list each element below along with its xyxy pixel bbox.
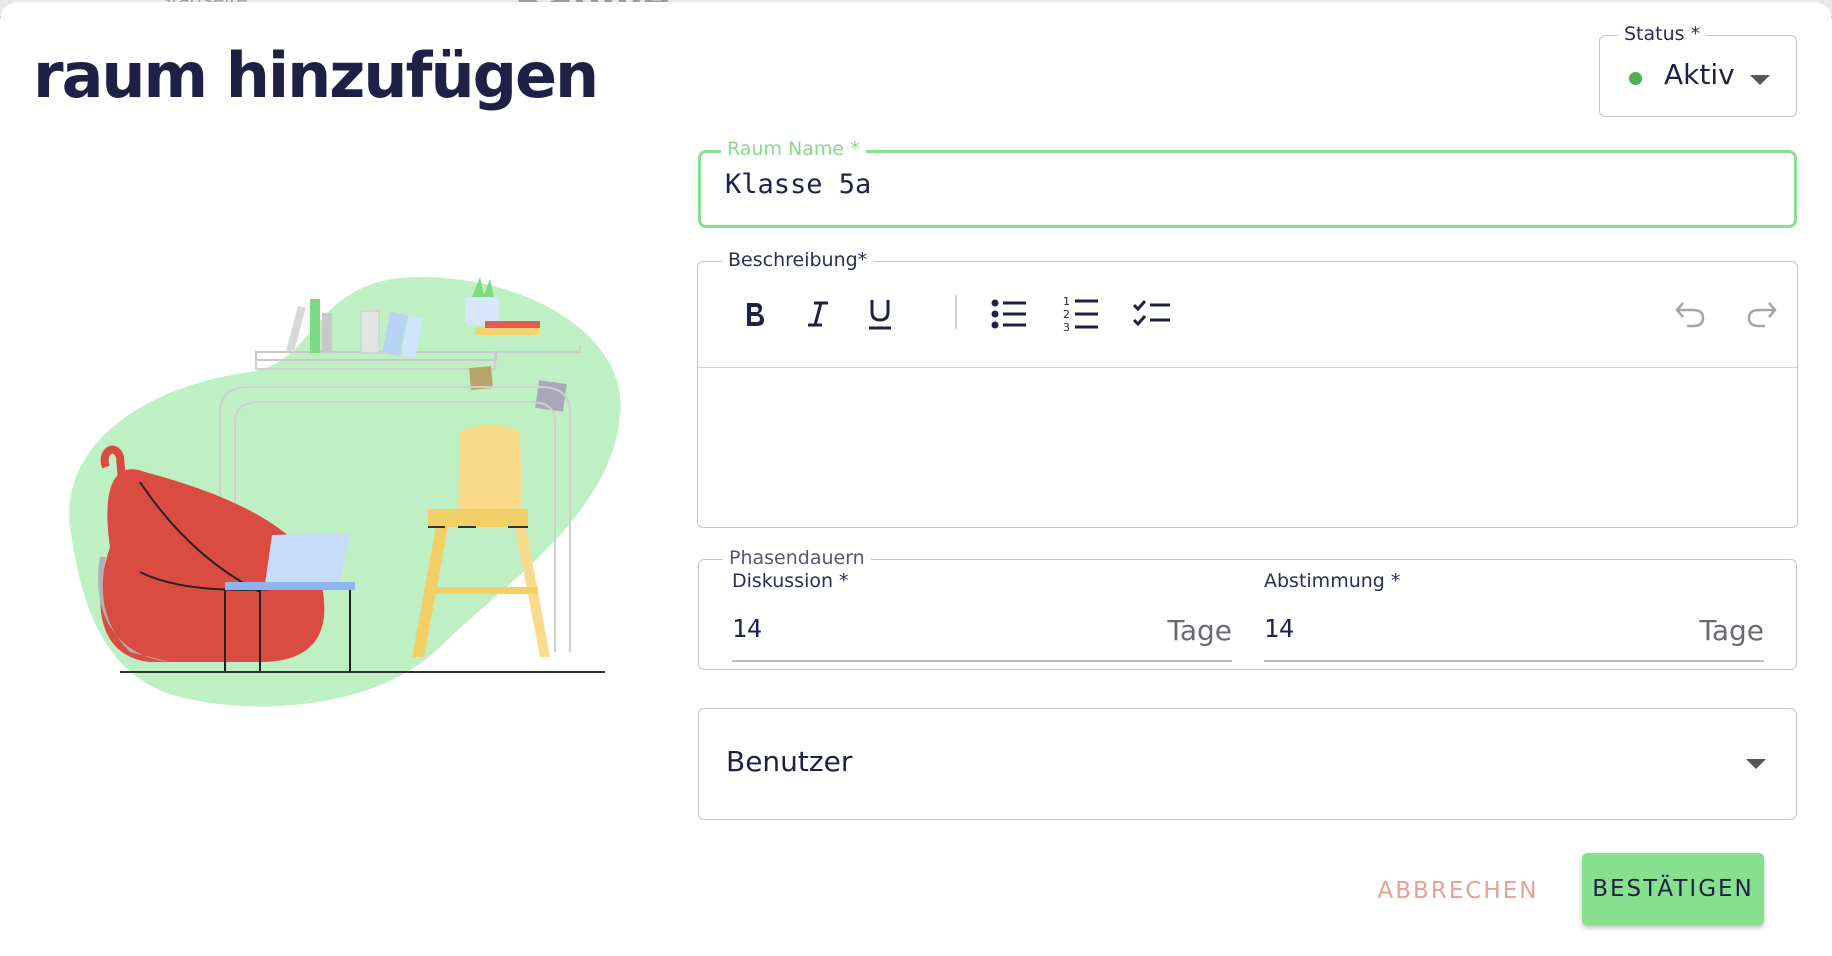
status-dot-icon bbox=[1629, 72, 1642, 85]
voting-unit: Tage bbox=[1699, 614, 1764, 647]
dialog-title: raum hinzufügen bbox=[33, 39, 599, 112]
bullet-list-icon bbox=[991, 299, 1026, 329]
redo-icon bbox=[1747, 302, 1777, 328]
add-room-dialog: raum hinzufügen Status * Aktiv Raum Name… bbox=[0, 2, 1832, 956]
svg-text:2: 2 bbox=[1063, 308, 1070, 321]
editor-toolbar: 123 bbox=[698, 262, 1797, 368]
numbered-list-icon: 123 bbox=[1063, 295, 1098, 333]
numbered-list-button[interactable]: 123 bbox=[1059, 292, 1103, 336]
voting-value: 14 bbox=[1264, 614, 1295, 643]
users-placeholder: Benutzer bbox=[726, 745, 853, 778]
discussion-duration-field[interactable]: Diskussion * 14 Tage bbox=[732, 570, 1232, 662]
voting-duration-field[interactable]: Abstimmung * 14 Tage bbox=[1264, 570, 1764, 662]
status-select[interactable]: Status * Aktiv bbox=[1599, 22, 1797, 117]
description-editor: Beschreibung* 123 bbox=[697, 248, 1798, 528]
discussion-unit: Tage bbox=[1167, 614, 1232, 647]
phase-durations-group: Phasendauern Diskussion * 14 Tage Abstim… bbox=[698, 546, 1797, 670]
redo-button[interactable] bbox=[1740, 292, 1784, 336]
italic-button[interactable] bbox=[796, 292, 840, 336]
description-textarea[interactable] bbox=[698, 369, 1797, 527]
checklist-button[interactable] bbox=[1130, 292, 1174, 336]
bullet-list-button[interactable] bbox=[987, 292, 1031, 336]
discussion-underline bbox=[732, 660, 1232, 662]
room-illustration bbox=[69, 277, 621, 707]
status-value: Aktiv bbox=[1664, 58, 1735, 91]
phase-durations-label: Phasendauern bbox=[723, 546, 871, 570]
underline-icon bbox=[869, 300, 891, 330]
room-name-label: Raum Name * bbox=[721, 137, 866, 161]
svg-text:1: 1 bbox=[1063, 295, 1070, 308]
cancel-button[interactable]: ABBRECHEN bbox=[1368, 866, 1548, 916]
confirm-button[interactable]: BESTÄTIGEN bbox=[1582, 853, 1764, 925]
voting-underline bbox=[1264, 660, 1764, 662]
toolbar-divider bbox=[955, 295, 957, 329]
checklist-icon bbox=[1132, 300, 1170, 327]
svg-text:3: 3 bbox=[1063, 321, 1070, 333]
undo-icon bbox=[1675, 302, 1705, 328]
chevron-down-icon bbox=[1750, 75, 1770, 85]
voting-label: Abstimmung * bbox=[1264, 570, 1401, 592]
chevron-down-icon bbox=[1746, 759, 1766, 769]
undo-button[interactable] bbox=[1668, 292, 1712, 336]
italic-icon bbox=[808, 301, 828, 327]
underline-button[interactable] bbox=[858, 292, 902, 336]
bold-button[interactable] bbox=[733, 292, 777, 336]
room-name-input[interactable] bbox=[725, 169, 1765, 200]
bold-icon bbox=[747, 303, 764, 326]
discussion-value: 14 bbox=[732, 614, 763, 643]
users-select[interactable]: Benutzer bbox=[698, 708, 1797, 820]
discussion-label: Diskussion * bbox=[732, 570, 849, 592]
status-label: Status * bbox=[1618, 22, 1707, 46]
room-name-field: Raum Name * bbox=[698, 137, 1797, 228]
